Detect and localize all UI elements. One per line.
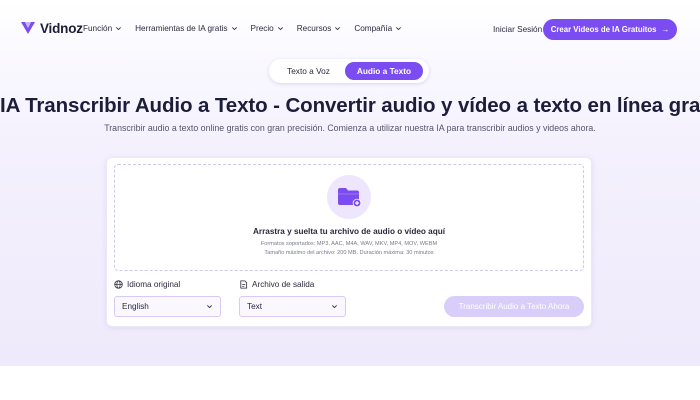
chevron-down-icon — [207, 305, 212, 309]
menu-item-label: Recursos — [296, 24, 332, 33]
language-select-value: English — [122, 302, 149, 311]
globe-icon — [114, 280, 123, 289]
menu-item-funcion[interactable]: Función — [83, 24, 122, 33]
menu-item-precio[interactable]: Precio — [251, 24, 284, 33]
tab-audio-a-texto[interactable]: Audio a Texto — [345, 62, 423, 80]
language-label-text: Idioma original — [127, 280, 181, 289]
dropzone-instruction: Arrastra y suelta tu archivo de audio o … — [252, 227, 445, 236]
logo[interactable]: Vidnoz — [20, 20, 83, 36]
transcribe-button[interactable]: Transcribir Audio a Texto Ahora — [444, 296, 584, 317]
folder-plus-icon — [338, 188, 362, 208]
menu-item-herramientas[interactable]: Herramientas de IA gratis — [135, 24, 237, 33]
language-label: Idioma original — [114, 280, 180, 289]
logo-text: Vidnoz — [40, 20, 83, 36]
main-menu: Función Herramientas de IA gratis Precio… — [83, 24, 402, 33]
chevron-down-icon — [332, 305, 337, 309]
mode-tabs: Texto a Voz Audio a Texto — [269, 59, 429, 83]
page-title: IA Transcribir Audio a Texto - Convertir… — [0, 94, 700, 117]
language-select[interactable]: English — [114, 296, 221, 317]
chevron-down-icon — [277, 27, 283, 31]
menu-item-recursos[interactable]: Recursos — [297, 24, 342, 33]
upload-icon-circle[interactable] — [327, 175, 371, 219]
bottom-band — [0, 366, 700, 400]
output-label: Archivo de salida — [239, 280, 314, 289]
menu-item-label: Función — [83, 24, 113, 33]
chevron-down-icon — [231, 27, 237, 31]
menu-item-label: Herramientas de IA gratis — [135, 24, 228, 33]
output-select-value: Text — [247, 302, 263, 311]
menu-item-compania[interactable]: Compañía — [354, 24, 402, 33]
output-label-text: Archivo de salida — [252, 280, 315, 289]
login-link[interactable]: Iniciar Sesión — [493, 25, 542, 34]
menu-item-label: Compañía — [354, 24, 393, 33]
file-limits: Tamaño máximo del archivo: 200 MB. Durac… — [264, 250, 434, 256]
vidnoz-logo-icon — [21, 22, 35, 34]
top-navbar: Vidnoz Función Herramientas de IA gratis… — [0, 0, 700, 58]
cta-label: Crear Videos de IA Gratuitos — [550, 25, 657, 34]
output-format-select[interactable]: Text — [239, 296, 346, 317]
arrow-right-icon: → — [661, 25, 670, 34]
chevron-down-icon — [396, 27, 402, 31]
chevron-down-icon — [335, 27, 341, 31]
tab-texto-a-voz[interactable]: Texto a Voz — [272, 62, 345, 80]
create-videos-button[interactable]: Crear Videos de IA Gratuitos → — [543, 19, 677, 40]
chevron-down-icon — [116, 27, 122, 31]
menu-item-label: Precio — [250, 24, 274, 33]
supported-formats: Formatos soportados: MP3, AAC, M4A, WAV,… — [260, 241, 438, 247]
document-icon — [240, 280, 248, 289]
page-subtitle: Transcribir audio a texto online gratis … — [104, 123, 596, 133]
